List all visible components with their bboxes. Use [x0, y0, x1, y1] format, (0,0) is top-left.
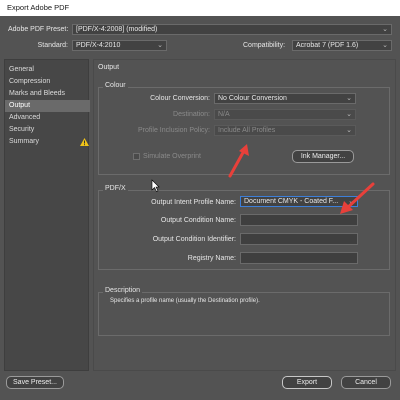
compatibility-value: Acrobat 7 (PDF 1.6)	[296, 42, 359, 49]
sidebar-item-label: General	[9, 66, 34, 73]
colour-conversion-value: No Colour Conversion	[218, 95, 287, 102]
description-text: Specifies a profile name (usually the De…	[110, 298, 260, 304]
warning-icon	[80, 138, 89, 146]
simulate-overprint-checkbox[interactable]	[133, 153, 140, 160]
chevron-down-icon: ⌄	[382, 42, 388, 49]
sidebar-item-security[interactable]: Security	[5, 124, 90, 136]
sidebar-item-label: Security	[9, 126, 35, 133]
simulate-overprint-label: Simulate Overprint	[143, 153, 201, 160]
sidebar-item-general[interactable]: General	[5, 64, 90, 76]
destination-dropdown[interactable]: N/A ⌄	[214, 109, 356, 120]
preset-dropdown[interactable]: [PDF/X-4:2008] (modified) ⌄	[72, 24, 392, 35]
chevron-down-icon: ⌄	[346, 127, 352, 134]
preset-value: [PDF/X-4:2008] (modified)	[76, 26, 158, 33]
output-intent-value: Document CMYK - Coated F...	[244, 198, 339, 205]
compatibility-label: Compatibility:	[243, 42, 286, 49]
standard-value: PDF/X-4:2010	[76, 42, 121, 49]
destination-value: N/A	[218, 111, 230, 118]
destination-label: Destination:	[173, 111, 210, 118]
sidebar-item-marks-and-bleeds[interactable]: Marks and Bleeds	[5, 88, 90, 100]
sidebar-item-advanced[interactable]: Advanced	[5, 112, 90, 124]
sidebar-item-label: Compression	[9, 78, 51, 85]
sidebar: General Compression Marks and Bleeds Out…	[4, 59, 90, 371]
chevron-down-icon: ⌄	[157, 42, 163, 49]
window-title: Export Adobe PDF	[7, 3, 70, 12]
chevron-down-icon: ⌄	[346, 111, 352, 118]
cancel-button[interactable]: Cancel	[341, 376, 391, 389]
export-button[interactable]: Export	[282, 376, 332, 389]
sidebar-item-output[interactable]: Output	[5, 100, 90, 112]
annotation-arrow-icon	[340, 182, 375, 214]
output-condition-identifier-field[interactable]	[240, 233, 358, 245]
compatibility-dropdown[interactable]: Acrobat 7 (PDF 1.6) ⌄	[292, 40, 392, 51]
preset-label: Adobe PDF Preset:	[8, 26, 69, 33]
profile-inclusion-value: Include All Profiles	[218, 127, 276, 134]
sidebar-item-label: Marks and Bleeds	[9, 90, 66, 97]
registry-name-field[interactable]	[240, 252, 358, 264]
colour-legend: Colour	[103, 82, 128, 89]
window-title-bar: Export Adobe PDF	[0, 0, 400, 16]
annotation-arrow-icon	[228, 144, 249, 178]
profile-inclusion-dropdown[interactable]: Include All Profiles ⌄	[214, 125, 356, 136]
section-title: Output	[98, 64, 120, 71]
colour-conversion-label: Colour Conversion:	[150, 95, 210, 102]
sidebar-item-compression[interactable]: Compression	[5, 76, 90, 88]
sidebar-item-label: Output	[9, 102, 31, 109]
chevron-down-icon: ⌄	[382, 26, 388, 33]
profile-inclusion-label: Profile Inclusion Policy:	[138, 127, 210, 134]
output-condition-identifier-label: Output Condition Identifier:	[152, 236, 236, 243]
standard-dropdown[interactable]: PDF/X-4:2010 ⌄	[72, 40, 167, 51]
chevron-down-icon: ⌄	[346, 95, 352, 102]
sidebar-item-label: Summary	[9, 138, 39, 145]
standard-label: Standard:	[37, 42, 68, 49]
output-intent-label: Output Intent Profile Name:	[151, 199, 236, 206]
sidebar-item-label: Advanced	[9, 114, 41, 121]
registry-name-label: Registry Name:	[187, 255, 236, 262]
output-condition-name-label: Output Condition Name:	[160, 217, 236, 224]
ink-manager-button[interactable]: Ink Manager...	[292, 150, 354, 163]
sidebar-item-summary[interactable]: Summary	[5, 136, 90, 148]
mouse-cursor-icon	[151, 179, 160, 192]
pdfx-legend: PDF/X	[103, 185, 128, 192]
save-preset-button[interactable]: Save Preset...	[6, 376, 64, 389]
colour-conversion-dropdown[interactable]: No Colour Conversion ⌄	[214, 93, 356, 104]
description-legend: Description	[103, 287, 143, 294]
